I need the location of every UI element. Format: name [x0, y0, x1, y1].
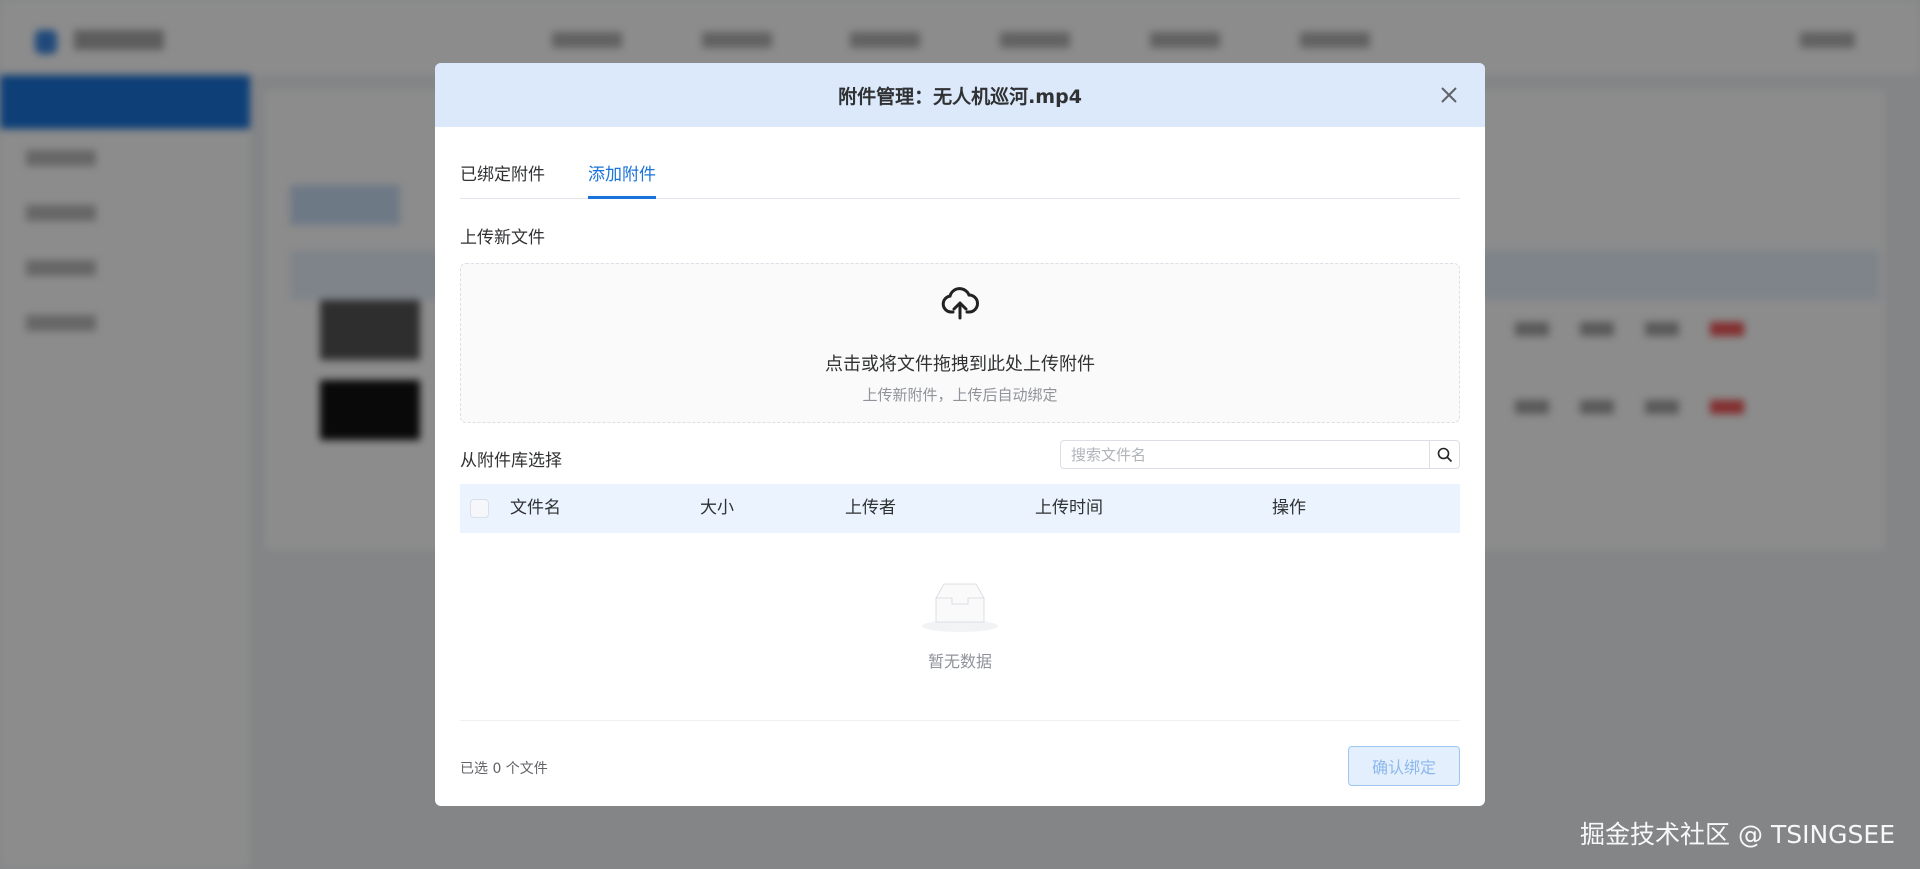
tab-bound-attachments[interactable]: 已绑定附件 — [460, 151, 545, 199]
select-all-checkbox[interactable] — [470, 499, 489, 518]
confirm-bind-button[interactable]: 确认绑定 — [1348, 746, 1460, 786]
dialog-header: 附件管理：无人机巡河.mp4 — [435, 63, 1485, 127]
tab-bar: 已绑定附件 添加附件 — [460, 151, 1460, 199]
dialog-title: 附件管理：无人机巡河.mp4 — [838, 85, 1082, 108]
upload-dropzone[interactable]: 点击或将文件拖拽到此处上传附件 上传新附件，上传后自动绑定 — [460, 263, 1460, 423]
column-actions: 操作 — [1272, 498, 1306, 518]
dropzone-subtext: 上传新附件，上传后自动绑定 — [862, 386, 1058, 404]
watermark: 掘金技术社区 @ TSINGSEE — [1580, 820, 1895, 849]
dropzone-text: 点击或将文件拖拽到此处上传附件 — [825, 354, 1095, 375]
selected-count: 已选 0 个文件 — [460, 761, 548, 777]
column-upload-time: 上传时间 — [1035, 498, 1103, 518]
column-uploader: 上传者 — [845, 498, 896, 518]
footer-divider — [460, 720, 1460, 721]
empty-state: 暂无数据 — [435, 578, 1485, 672]
search-input[interactable] — [1061, 441, 1429, 468]
file-search — [1060, 440, 1460, 469]
search-icon — [1437, 447, 1452, 462]
attachment-dialog: 附件管理：无人机巡河.mp4 已绑定附件 添加附件 上传新文件 点击或将文件拖拽… — [435, 63, 1485, 806]
library-section-label: 从附件库选择 — [460, 451, 562, 471]
column-size: 大小 — [700, 498, 734, 518]
column-filename: 文件名 — [510, 498, 561, 518]
search-button[interactable] — [1429, 441, 1459, 468]
empty-text: 暂无数据 — [927, 652, 992, 671]
table-header: 文件名 大小 上传者 上传时间 操作 — [460, 484, 1460, 533]
cloud-upload-icon — [941, 287, 979, 320]
empty-inbox-icon — [922, 583, 998, 632]
tab-add-attachment[interactable]: 添加附件 — [588, 151, 656, 199]
upload-section-label: 上传新文件 — [460, 228, 545, 248]
close-icon[interactable] — [1435, 81, 1463, 109]
